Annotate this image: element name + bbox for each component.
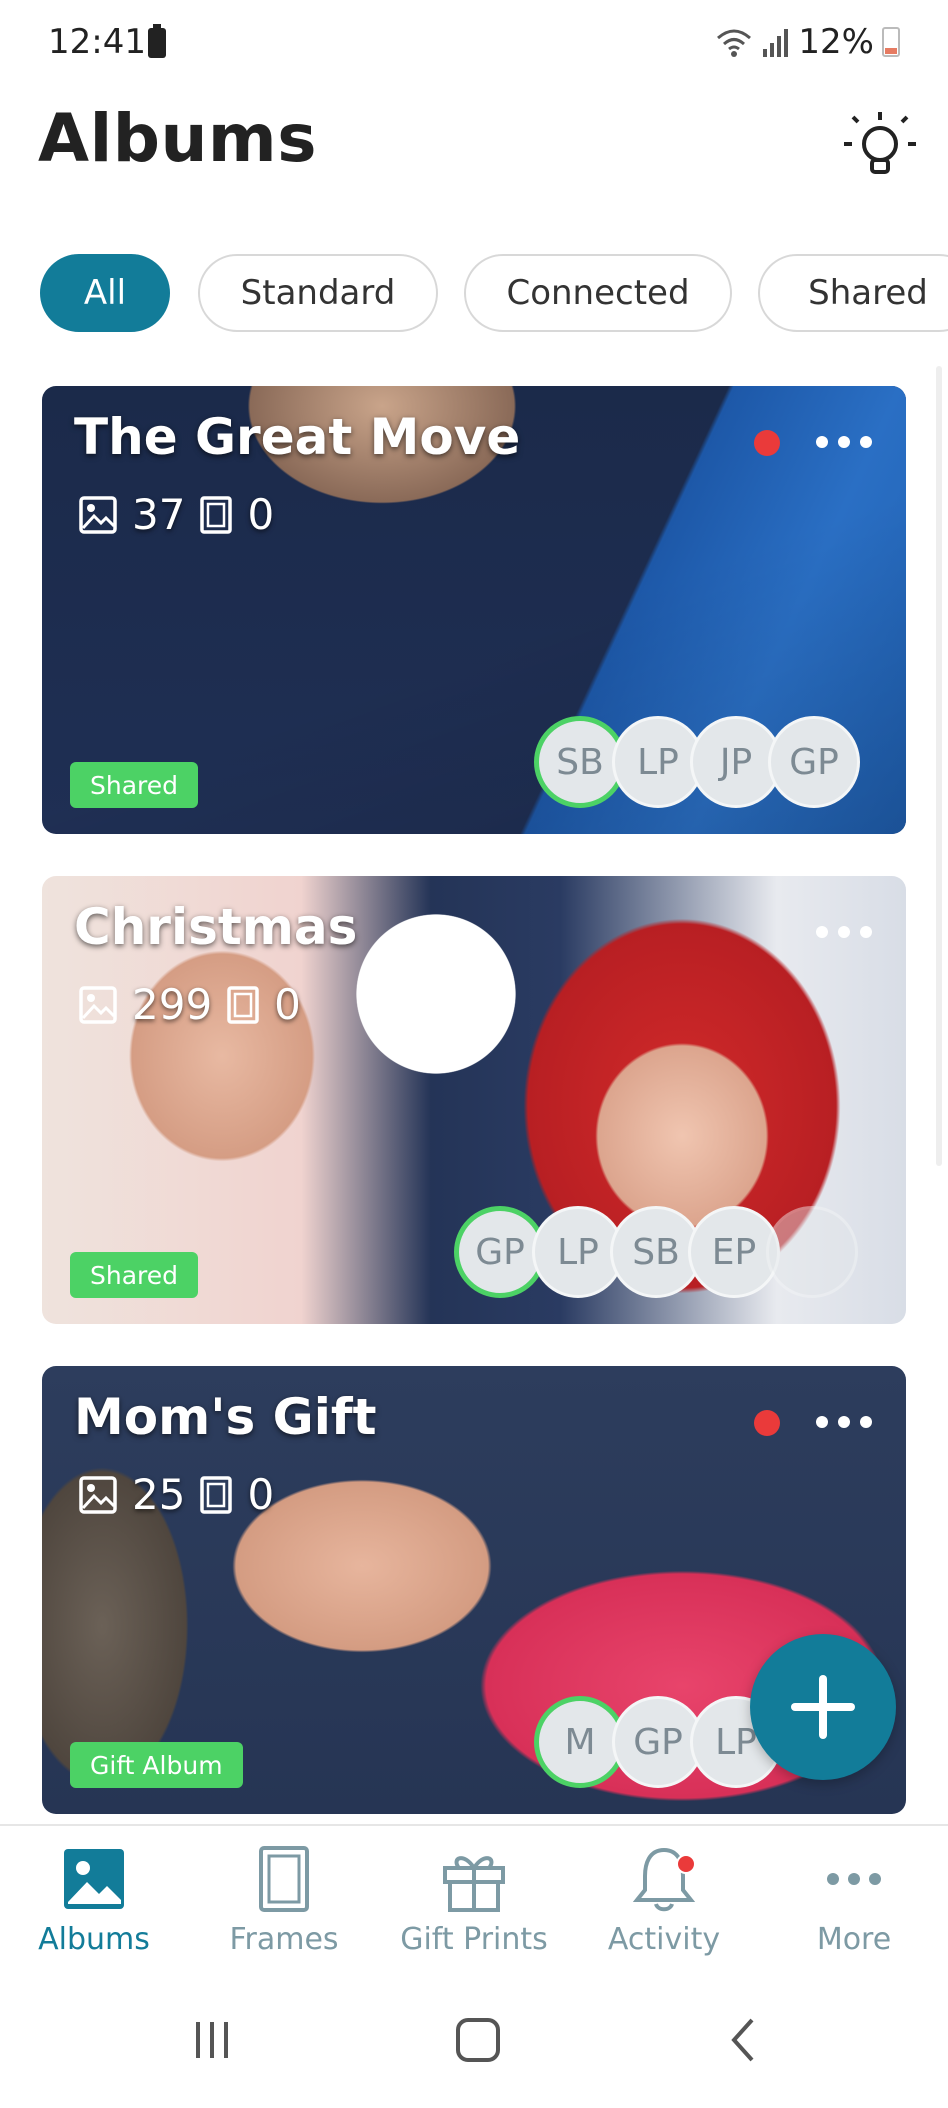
nav-label: Albums bbox=[38, 1922, 150, 1957]
notification-dot bbox=[676, 1854, 696, 1874]
filter-connected[interactable]: Connected bbox=[464, 254, 732, 332]
nav-albums[interactable]: Albums bbox=[4, 1844, 184, 1964]
more-icon bbox=[827, 1873, 881, 1885]
status-indicators: 12% bbox=[714, 22, 900, 62]
nav-activity[interactable]: Activity bbox=[574, 1844, 754, 1964]
nav-label: Activity bbox=[607, 1922, 721, 1957]
signal-icon bbox=[763, 29, 789, 57]
album-menu-icon[interactable] bbox=[816, 424, 872, 460]
lightbulb-icon[interactable] bbox=[840, 108, 920, 188]
battery-saver-icon bbox=[148, 24, 166, 58]
album-stats: 25 0 bbox=[78, 1470, 274, 1519]
unread-dot bbox=[754, 1410, 780, 1436]
album-title: Mom's Gift bbox=[74, 1388, 377, 1446]
nav-gift-prints[interactable]: Gift Prints bbox=[384, 1844, 564, 1964]
status-time: 12:41 bbox=[48, 22, 146, 62]
unread-dot bbox=[754, 430, 780, 456]
scrollbar[interactable] bbox=[936, 366, 942, 1166]
bottom-nav: Albums Frames Gift Prints Activity More bbox=[0, 1824, 948, 1970]
add-album-button[interactable] bbox=[750, 1634, 896, 1780]
recents-icon[interactable] bbox=[182, 2010, 242, 2070]
album-card[interactable]: The Great Move 37 0 Shared SB LP JP GP bbox=[42, 386, 906, 834]
album-title: Christmas bbox=[74, 898, 358, 956]
photo-count: 25 bbox=[132, 1470, 186, 1519]
nav-label: Frames bbox=[229, 1922, 339, 1957]
wifi-icon bbox=[717, 29, 752, 57]
frame-icon bbox=[259, 1846, 309, 1912]
gift-icon bbox=[443, 1856, 505, 1912]
filter-standard[interactable]: Standard bbox=[198, 254, 438, 332]
frame-count: 0 bbox=[247, 1470, 275, 1519]
filter-chips: All Standard Connected Shared bbox=[40, 254, 948, 332]
photo-icon bbox=[79, 1475, 117, 1514]
album-title: The Great Move bbox=[74, 408, 521, 466]
frame-count: 0 bbox=[247, 490, 275, 539]
system-nav-bar bbox=[0, 1970, 948, 2108]
nav-label: Gift Prints bbox=[400, 1922, 548, 1957]
image-icon bbox=[64, 1849, 124, 1909]
photo-count: 299 bbox=[132, 980, 213, 1029]
frame-icon bbox=[227, 985, 259, 1024]
battery-percent: 12% bbox=[798, 22, 874, 62]
page-title: Albums bbox=[38, 100, 317, 177]
filter-shared[interactable]: Shared bbox=[758, 254, 948, 332]
album-stats: 37 0 bbox=[78, 490, 274, 539]
album-card[interactable]: Christmas 299 0 Shared GP LP SB EP bbox=[42, 876, 906, 1324]
album-menu-icon[interactable] bbox=[816, 1404, 872, 1440]
photo-icon bbox=[79, 495, 117, 534]
frame-icon bbox=[200, 495, 233, 534]
status-bar: 12:41 12% bbox=[0, 0, 948, 88]
back-icon[interactable] bbox=[714, 2010, 774, 2070]
album-stats: 299 0 bbox=[78, 980, 301, 1029]
battery-icon bbox=[882, 27, 900, 57]
photo-icon bbox=[79, 985, 117, 1024]
nav-frames[interactable]: Frames bbox=[194, 1844, 374, 1964]
plus-icon bbox=[791, 1675, 855, 1739]
nav-more[interactable]: More bbox=[764, 1844, 944, 1964]
avatar-overflow[interactable] bbox=[766, 1206, 858, 1298]
album-type-badge: Shared bbox=[70, 1252, 199, 1298]
album-menu-icon[interactable] bbox=[816, 914, 872, 950]
nav-label: More bbox=[816, 1922, 892, 1957]
album-type-badge: Shared bbox=[70, 762, 199, 808]
album-type-badge: Gift Album bbox=[70, 1742, 243, 1788]
home-icon[interactable] bbox=[448, 2010, 508, 2070]
filter-all[interactable]: All bbox=[40, 254, 170, 332]
frame-icon bbox=[200, 1475, 233, 1514]
avatar[interactable]: GP bbox=[768, 716, 860, 808]
photo-count: 37 bbox=[132, 490, 186, 539]
frame-count: 0 bbox=[274, 980, 301, 1029]
